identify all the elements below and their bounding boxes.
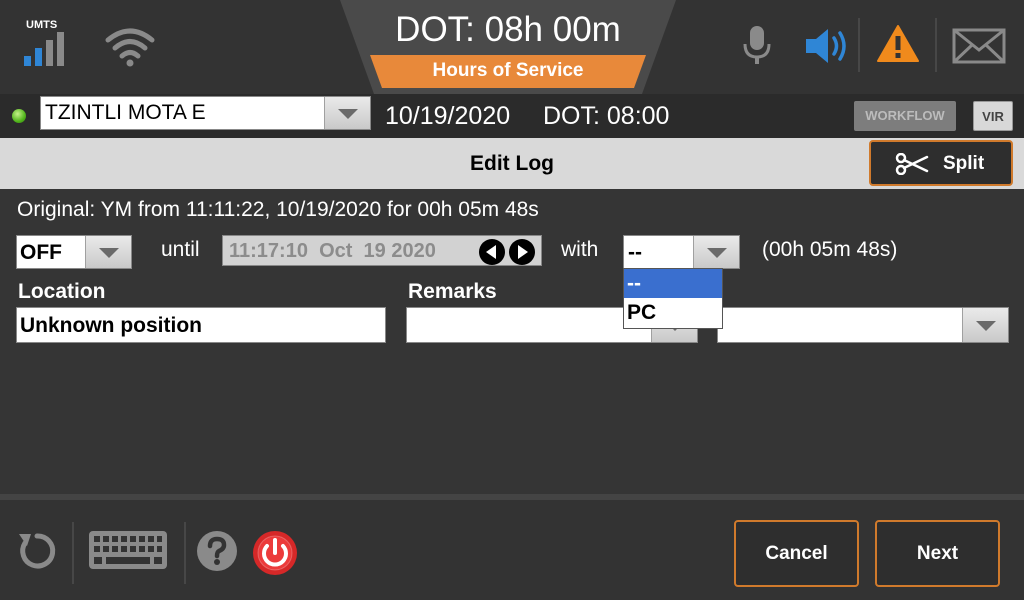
arrow-left-icon bbox=[486, 245, 496, 259]
chevron-down-icon bbox=[98, 248, 119, 258]
hos-panel[interactable]: DOT: 08h 00m Hours of Service bbox=[340, 0, 676, 94]
refresh-icon[interactable] bbox=[16, 530, 58, 572]
duration-text: (00h 05m 48s) bbox=[762, 238, 898, 261]
separator bbox=[72, 522, 74, 584]
workflow-button[interactable]: WORKFLOW bbox=[854, 101, 956, 131]
driver-dropdown-button[interactable] bbox=[324, 97, 370, 129]
with-select[interactable]: -- bbox=[623, 235, 740, 269]
dot-remaining: DOT: 08:00 bbox=[543, 102, 670, 130]
time-prev-button[interactable] bbox=[479, 239, 505, 265]
duty-status-select[interactable]: OFF bbox=[16, 235, 132, 269]
split-label: Split bbox=[943, 153, 985, 174]
separator bbox=[935, 18, 937, 72]
separator bbox=[184, 522, 186, 584]
with-label: with bbox=[561, 238, 599, 261]
driver-name: TZINTLI MOTA E bbox=[45, 101, 206, 124]
location-input[interactable]: Unknown position bbox=[16, 307, 386, 343]
keyboard-icon[interactable] bbox=[88, 530, 168, 570]
location-label: Location bbox=[18, 280, 106, 303]
microphone-icon[interactable] bbox=[742, 26, 772, 66]
hours-of-service-tab[interactable]: Hours of Service bbox=[370, 54, 646, 88]
status-bar: UMTS DOT: 08h 00m Hours of Service bbox=[0, 0, 1024, 94]
split-button[interactable]: Split bbox=[869, 140, 1013, 186]
mail-icon[interactable] bbox=[952, 28, 1006, 64]
title-bar: Edit Log Split bbox=[0, 138, 1024, 189]
cancel-button[interactable]: Cancel bbox=[734, 520, 859, 587]
with-options-list: -- PC bbox=[623, 268, 723, 329]
wifi-icon bbox=[105, 28, 155, 67]
app-window: UMTS DOT: 08h 00m Hours of Service TZINT… bbox=[0, 0, 1024, 600]
until-time-field[interactable]: 11:17:10 Oct 19 2020 bbox=[222, 235, 542, 266]
duty-status-dropdown-button[interactable] bbox=[85, 236, 131, 268]
scissors-icon bbox=[895, 153, 929, 175]
remarks-select-secondary[interactable] bbox=[717, 307, 1009, 343]
remarks-secondary-dropdown-button[interactable] bbox=[962, 308, 1008, 342]
location-value: Unknown position bbox=[20, 314, 202, 337]
until-time-value: 11:17:10 Oct 19 2020 bbox=[229, 240, 436, 262]
chevron-down-icon bbox=[337, 109, 358, 119]
driver-select[interactable]: TZINTLI MOTA E bbox=[40, 96, 371, 130]
online-status-icon bbox=[12, 109, 26, 123]
until-label: until bbox=[161, 238, 200, 261]
arrow-right-icon bbox=[518, 245, 528, 259]
remarks-label: Remarks bbox=[408, 280, 497, 303]
log-date: 10/19/2020 bbox=[385, 102, 511, 130]
next-button[interactable]: Next bbox=[875, 520, 1000, 587]
separator bbox=[858, 18, 860, 72]
warning-icon[interactable] bbox=[876, 24, 920, 64]
with-option-none[interactable]: -- bbox=[624, 269, 722, 298]
footer-bar: Cancel Next bbox=[0, 494, 1024, 600]
help-icon[interactable] bbox=[196, 530, 238, 572]
driver-row: TZINTLI MOTA E 10/19/2020 DOT: 08:00 WOR… bbox=[0, 94, 1024, 138]
original-entry-text: Original: YM from 11:11:22, 10/19/2020 f… bbox=[17, 198, 539, 221]
with-value: -- bbox=[628, 241, 642, 264]
speaker-icon[interactable] bbox=[804, 26, 850, 66]
cell-signal-icon bbox=[24, 32, 64, 66]
vir-button[interactable]: VIR bbox=[973, 101, 1013, 131]
chevron-down-icon bbox=[975, 321, 996, 331]
with-dropdown-button[interactable] bbox=[693, 236, 739, 268]
power-icon[interactable] bbox=[252, 530, 298, 576]
time-next-button[interactable] bbox=[509, 239, 535, 265]
duty-status-value: OFF bbox=[20, 241, 62, 264]
chevron-down-icon bbox=[706, 248, 727, 258]
with-option-pc[interactable]: PC bbox=[624, 298, 722, 327]
dot-timer: DOT: 08h 00m bbox=[395, 10, 621, 49]
